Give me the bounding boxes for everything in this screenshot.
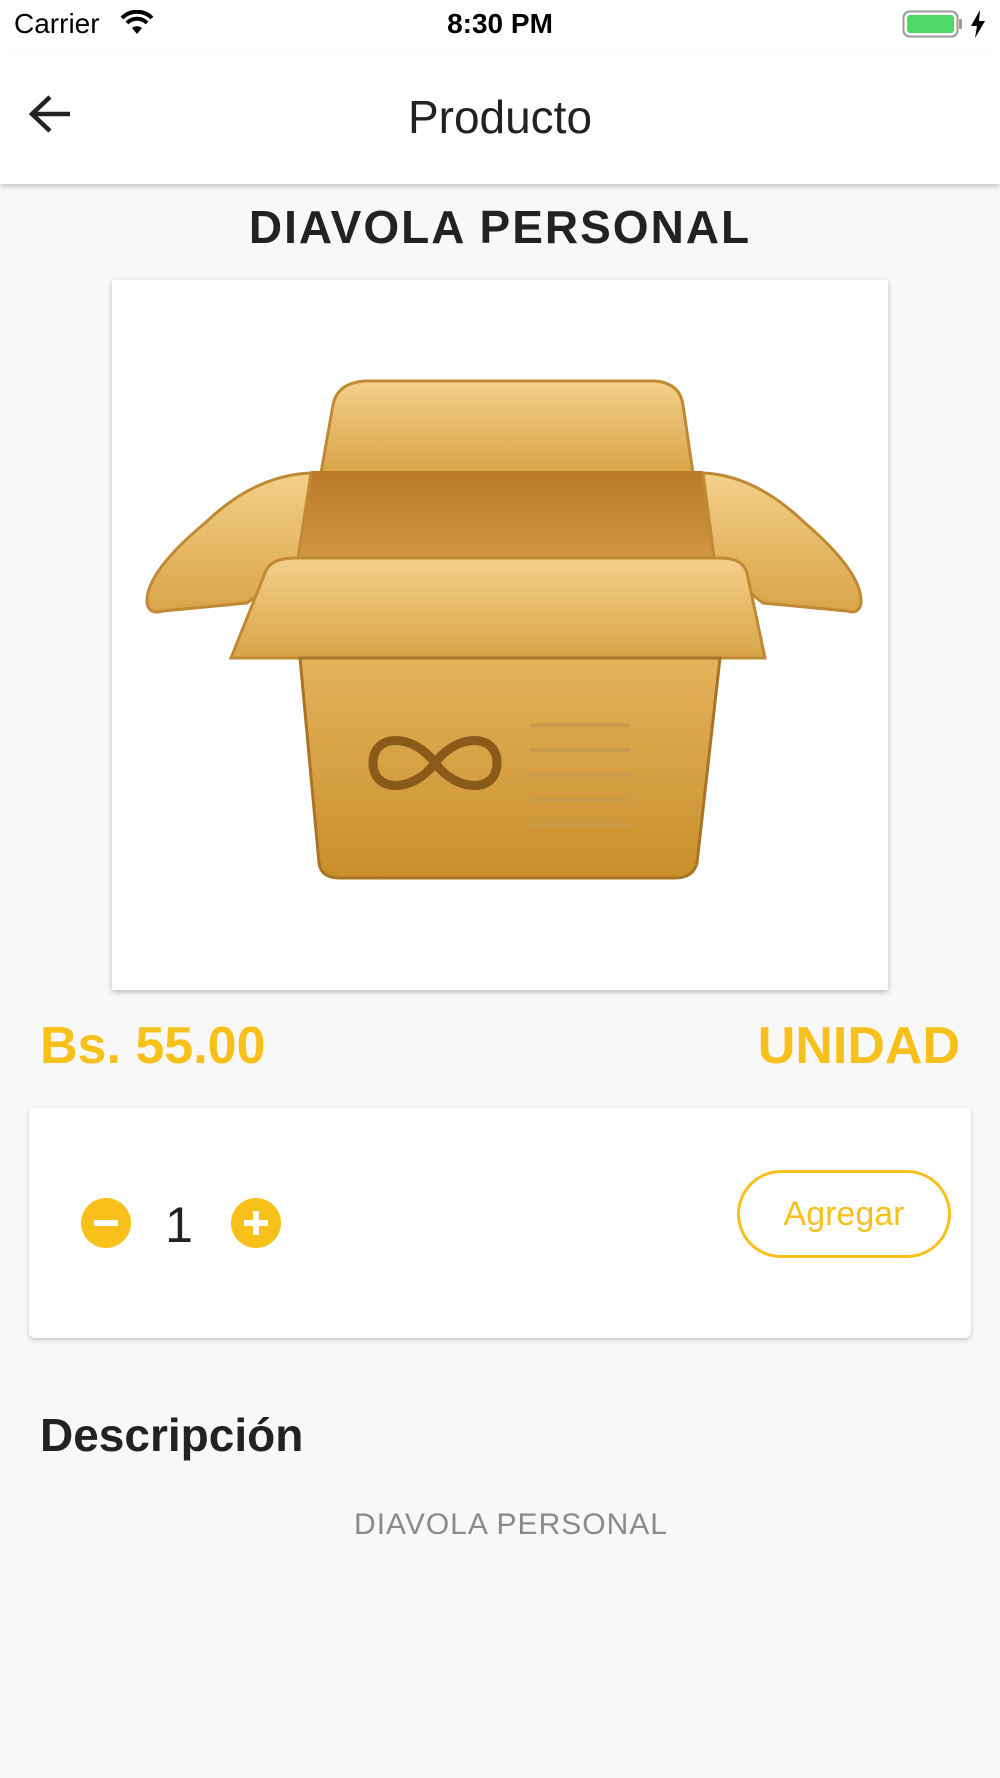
- description-heading: Descripción: [40, 1409, 304, 1461]
- quantity-value: 1: [165, 1197, 193, 1253]
- product-image: [112, 280, 888, 990]
- charging-icon: [970, 10, 986, 43]
- app-bar: Producto: [0, 50, 1000, 184]
- product-unit: UNIDAD: [757, 1017, 960, 1075]
- status-bar: Carrier 8:30 PM: [0, 0, 1000, 50]
- battery-icon: [902, 10, 964, 43]
- product-price: Bs. 55.00: [40, 1017, 266, 1075]
- add-to-cart-button[interactable]: Agregar: [737, 1170, 951, 1258]
- product-name: DIAVOLA PERSONAL: [248, 201, 752, 253]
- open-box-icon: [135, 353, 865, 918]
- status-time: 8:30 PM: [447, 8, 553, 39]
- quantity-card: 1 Agregar: [29, 1108, 971, 1338]
- minus-circle-icon[interactable]: [81, 1198, 131, 1248]
- plus-circle-icon[interactable]: [231, 1198, 281, 1248]
- description-text: DIAVOLA PERSONAL: [354, 1508, 668, 1541]
- page-title: Producto: [407, 91, 593, 143]
